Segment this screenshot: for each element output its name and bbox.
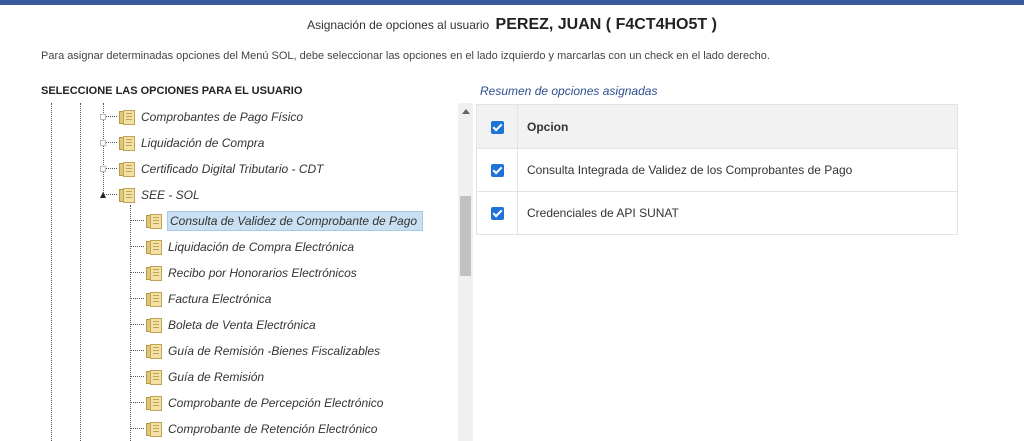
assigned-options-table: Opcion Consulta Integrada de Validez de … bbox=[476, 104, 958, 235]
folder-icon bbox=[146, 395, 162, 411]
top-bar bbox=[0, 0, 1024, 5]
folder-icon bbox=[146, 317, 162, 333]
tree-node-label: Recibo por Honorarios Electrónicos bbox=[168, 266, 357, 280]
tree-connector-line bbox=[80, 103, 81, 441]
instructions-text: Para asignar determinadas opciones del M… bbox=[41, 50, 770, 62]
tree-node-consulta-validez[interactable]: Consulta de Validez de Comprobante de Pa… bbox=[130, 210, 424, 232]
tree-node-factura-electronica[interactable]: Factura Electrónica bbox=[130, 288, 275, 310]
folder-icon bbox=[146, 213, 162, 229]
row-option-label: Credenciales de API SUNAT bbox=[517, 191, 958, 235]
tree-node-label: Comprobante de Percepción Electrónico bbox=[168, 396, 384, 410]
tree-branch-line bbox=[130, 298, 144, 300]
header-check-cell bbox=[476, 104, 518, 149]
tree-node-label: Boleta de Venta Electrónica bbox=[168, 318, 316, 332]
tree-branch-line bbox=[130, 376, 144, 378]
tree-connector-line bbox=[51, 103, 52, 441]
tree-branch-line bbox=[130, 324, 144, 326]
tree-branch-line bbox=[130, 220, 144, 222]
table-row: Credenciales de API SUNAT bbox=[476, 191, 958, 235]
scroll-up-arrow-icon[interactable] bbox=[462, 109, 470, 114]
options-tree[interactable]: Comprobantes de Pago Físico Liquidación … bbox=[41, 103, 473, 441]
tree-node-label: Guía de Remisión -Bienes Fiscalizables bbox=[168, 344, 381, 358]
tree-viewport: Comprobantes de Pago Físico Liquidación … bbox=[41, 103, 457, 441]
tree-node-percepcion-electronico[interactable]: Comprobante de Percepción Electrónico bbox=[130, 392, 387, 414]
expand-toggle-icon[interactable] bbox=[100, 114, 106, 120]
tree-node-see-sol[interactable]: SEE - SOL bbox=[100, 184, 204, 206]
tree-branch-line bbox=[130, 246, 144, 248]
tree-node-guia-bienes-fiscalizables[interactable]: Guía de Remisión -Bienes Fiscalizables bbox=[130, 340, 384, 362]
tree-branch-line bbox=[130, 402, 144, 404]
tree-node-label: Factura Electrónica bbox=[168, 292, 272, 306]
table-row: Consulta Integrada de Validez de los Com… bbox=[476, 148, 958, 192]
tree-node-label: Consulta de Validez de Comprobante de Pa… bbox=[167, 211, 424, 231]
tree-node-comprobantes-fisico[interactable]: Comprobantes de Pago Físico bbox=[100, 106, 307, 128]
row-option-label: Consulta Integrada de Validez de los Com… bbox=[517, 148, 958, 192]
summary-title: Resumen de opciones asignadas bbox=[480, 84, 658, 98]
folder-icon bbox=[146, 239, 162, 255]
folder-icon bbox=[146, 343, 162, 359]
tree-node-guia-remision[interactable]: Guía de Remisión bbox=[130, 366, 268, 388]
tree-node-liquidacion-electronica[interactable]: Liquidación de Compra Electrónica bbox=[130, 236, 358, 258]
folder-icon bbox=[146, 265, 162, 281]
page-title-prefix: Asignación de opciones al usuario bbox=[307, 18, 490, 32]
column-header-opcion: Opcion bbox=[517, 104, 958, 149]
folder-icon bbox=[119, 109, 135, 125]
tree-node-label: Comprobante de Retención Electrónico bbox=[168, 422, 378, 436]
tree-node-label: Liquidación de Compra Electrónica bbox=[168, 240, 355, 254]
collapse-toggle-icon[interactable] bbox=[100, 192, 106, 198]
tree-scrollbar[interactable] bbox=[458, 103, 473, 441]
row-checkbox[interactable] bbox=[490, 207, 504, 221]
tree-node-certificado-cdt[interactable]: Certificado Digital Tributario - CDT bbox=[100, 158, 328, 180]
folder-icon bbox=[146, 291, 162, 307]
tree-node-recibo-honorarios[interactable]: Recibo por Honorarios Electrónicos bbox=[130, 262, 361, 284]
row-checkbox[interactable] bbox=[490, 164, 504, 178]
tree-branch-line bbox=[130, 428, 144, 430]
scroll-thumb[interactable] bbox=[460, 196, 471, 276]
expand-toggle-icon[interactable] bbox=[100, 140, 106, 146]
row-check-cell bbox=[476, 191, 518, 235]
user-name: PEREZ, JUAN ( F4CT4HO5T ) bbox=[495, 16, 717, 33]
tree-node-boleta-venta[interactable]: Boleta de Venta Electrónica bbox=[130, 314, 320, 336]
tree-branch-line bbox=[130, 272, 144, 274]
folder-icon bbox=[119, 161, 135, 177]
tree-node-liquidacion-compra[interactable]: Liquidación de Compra bbox=[100, 132, 268, 154]
row-check-cell bbox=[476, 148, 518, 192]
tree-node-label: Liquidación de Compra bbox=[141, 136, 265, 150]
tree-node-label: Comprobantes de Pago Físico bbox=[141, 110, 304, 124]
select-all-checkbox[interactable] bbox=[490, 120, 504, 134]
folder-icon bbox=[119, 187, 135, 203]
tree-node-retencion-electronico[interactable]: Comprobante de Retención Electrónico bbox=[130, 418, 381, 440]
folder-icon bbox=[146, 421, 162, 437]
page-title: Asignación de opciones al usuario PEREZ,… bbox=[0, 16, 1024, 34]
tree-node-label: Certificado Digital Tributario - CDT bbox=[141, 162, 324, 176]
table-header-row: Opcion bbox=[476, 104, 958, 149]
tree-node-label: Guía de Remisión bbox=[168, 370, 265, 384]
tree-heading: SELECCIONE LAS OPCIONES PARA EL USUARIO bbox=[41, 85, 303, 97]
folder-icon bbox=[119, 135, 135, 151]
expand-toggle-icon[interactable] bbox=[100, 166, 106, 172]
folder-icon bbox=[146, 369, 162, 385]
tree-branch-line bbox=[130, 350, 144, 352]
tree-node-label: SEE - SOL bbox=[141, 188, 200, 202]
